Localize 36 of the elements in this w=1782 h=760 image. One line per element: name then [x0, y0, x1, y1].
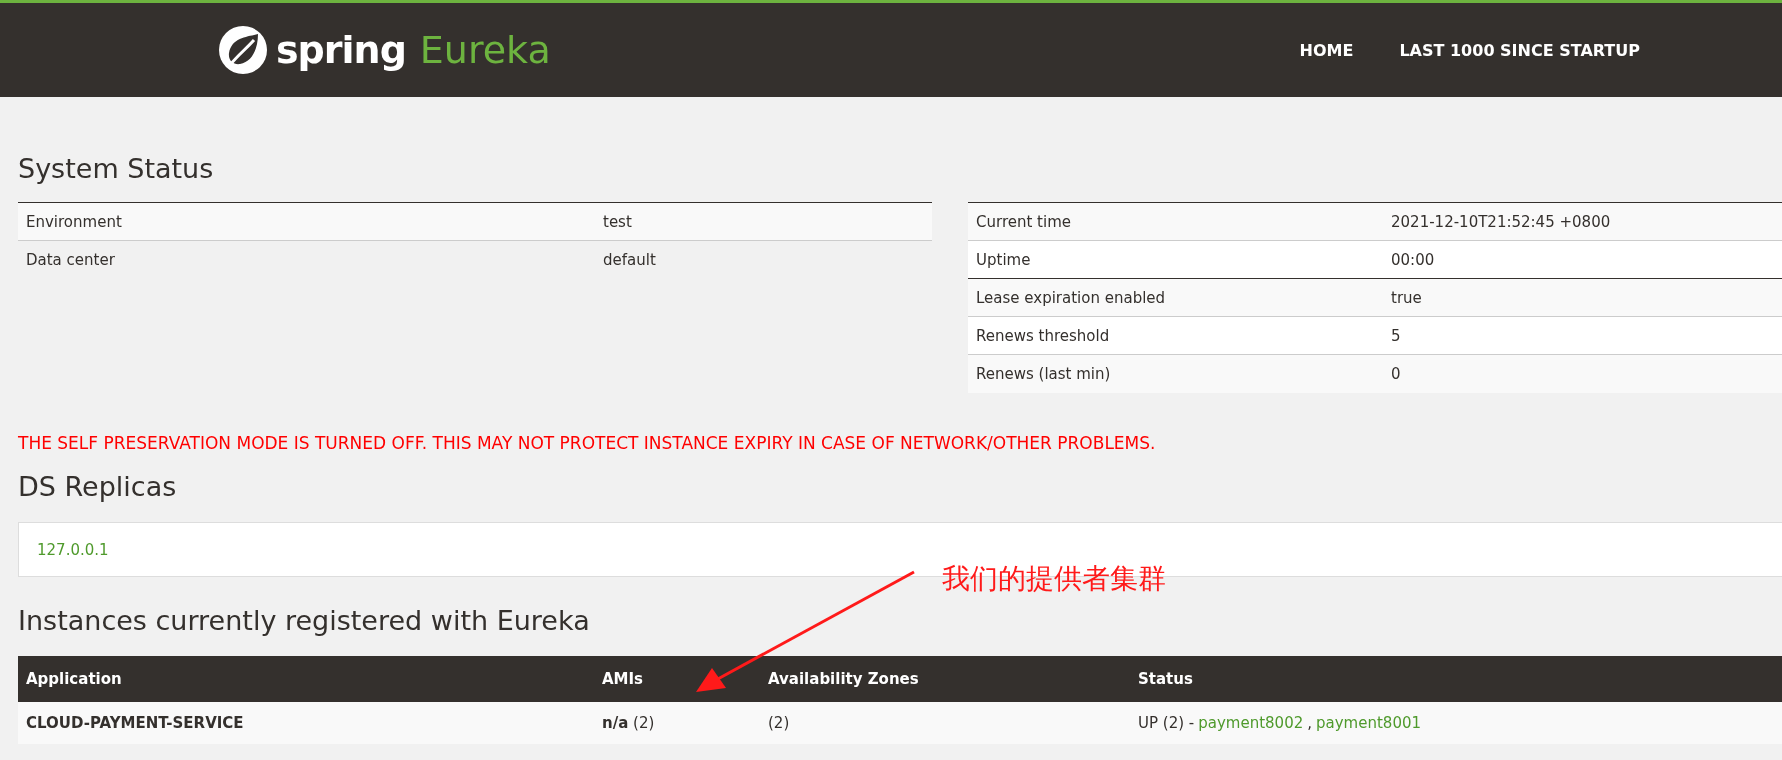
- table-cell: (2): [760, 701, 1130, 744]
- separator-text: ,: [1307, 713, 1312, 732]
- table-cell: Environment: [18, 202, 595, 241]
- table-cell: Lease expiration enabled: [968, 278, 1383, 317]
- table-cell: 00:00: [1383, 240, 1782, 279]
- table-cell: n/a (2): [594, 701, 760, 744]
- section-title: DS Replicas: [18, 470, 177, 502]
- table-cell: test: [595, 202, 932, 241]
- leaf-logo-icon: [218, 25, 268, 75]
- column-header: Application: [18, 655, 594, 702]
- column-header: Status: [1130, 655, 1782, 702]
- nav-link[interactable]: LAST 1000 SINCE STARTUP: [1399, 40, 1640, 60]
- table-cell: Data center: [18, 240, 595, 279]
- replica-link[interactable]: 127.0.0.1: [37, 540, 109, 559]
- section-title: System Status: [18, 153, 214, 184]
- table-cell: Renews threshold: [968, 316, 1383, 355]
- table-cell: Current time: [968, 202, 1383, 241]
- annotation-text: 我们的提供者集群: [942, 561, 1166, 597]
- table-cell: Uptime: [968, 240, 1383, 279]
- table-cell: 2021-12-10T21:52:45 +0800: [1383, 202, 1782, 241]
- section-title: Instances currently registered with Eureka: [18, 604, 590, 636]
- table-cell: CLOUD-PAYMENT-SERVICE: [18, 701, 594, 744]
- brand-name: spring: [276, 28, 406, 72]
- column-header: AMIs: [594, 655, 760, 702]
- table-cell: Renews (last min): [968, 354, 1383, 393]
- instance-link[interactable]: payment8002: [1198, 713, 1304, 732]
- instance-link[interactable]: payment8001: [1316, 713, 1421, 732]
- column-header: Availability Zones: [760, 655, 1130, 702]
- brand-product-name: Eureka: [419, 28, 551, 72]
- status-text: UP (2) -: [1138, 713, 1195, 732]
- table-cell: true: [1383, 278, 1782, 317]
- table-cell: 5: [1383, 316, 1782, 355]
- table-cell: default: [595, 240, 932, 279]
- table-cell: 0: [1383, 354, 1782, 393]
- nav-link[interactable]: HOME: [1299, 40, 1354, 60]
- warning-message: THE SELF PRESERVATION MODE IS TURNED OFF. THIS MAY NOT PROTECT INSTANCE EXPIRY IN CASE OF NETWORK/OTHER PROBLEMS.: [18, 432, 1157, 453]
